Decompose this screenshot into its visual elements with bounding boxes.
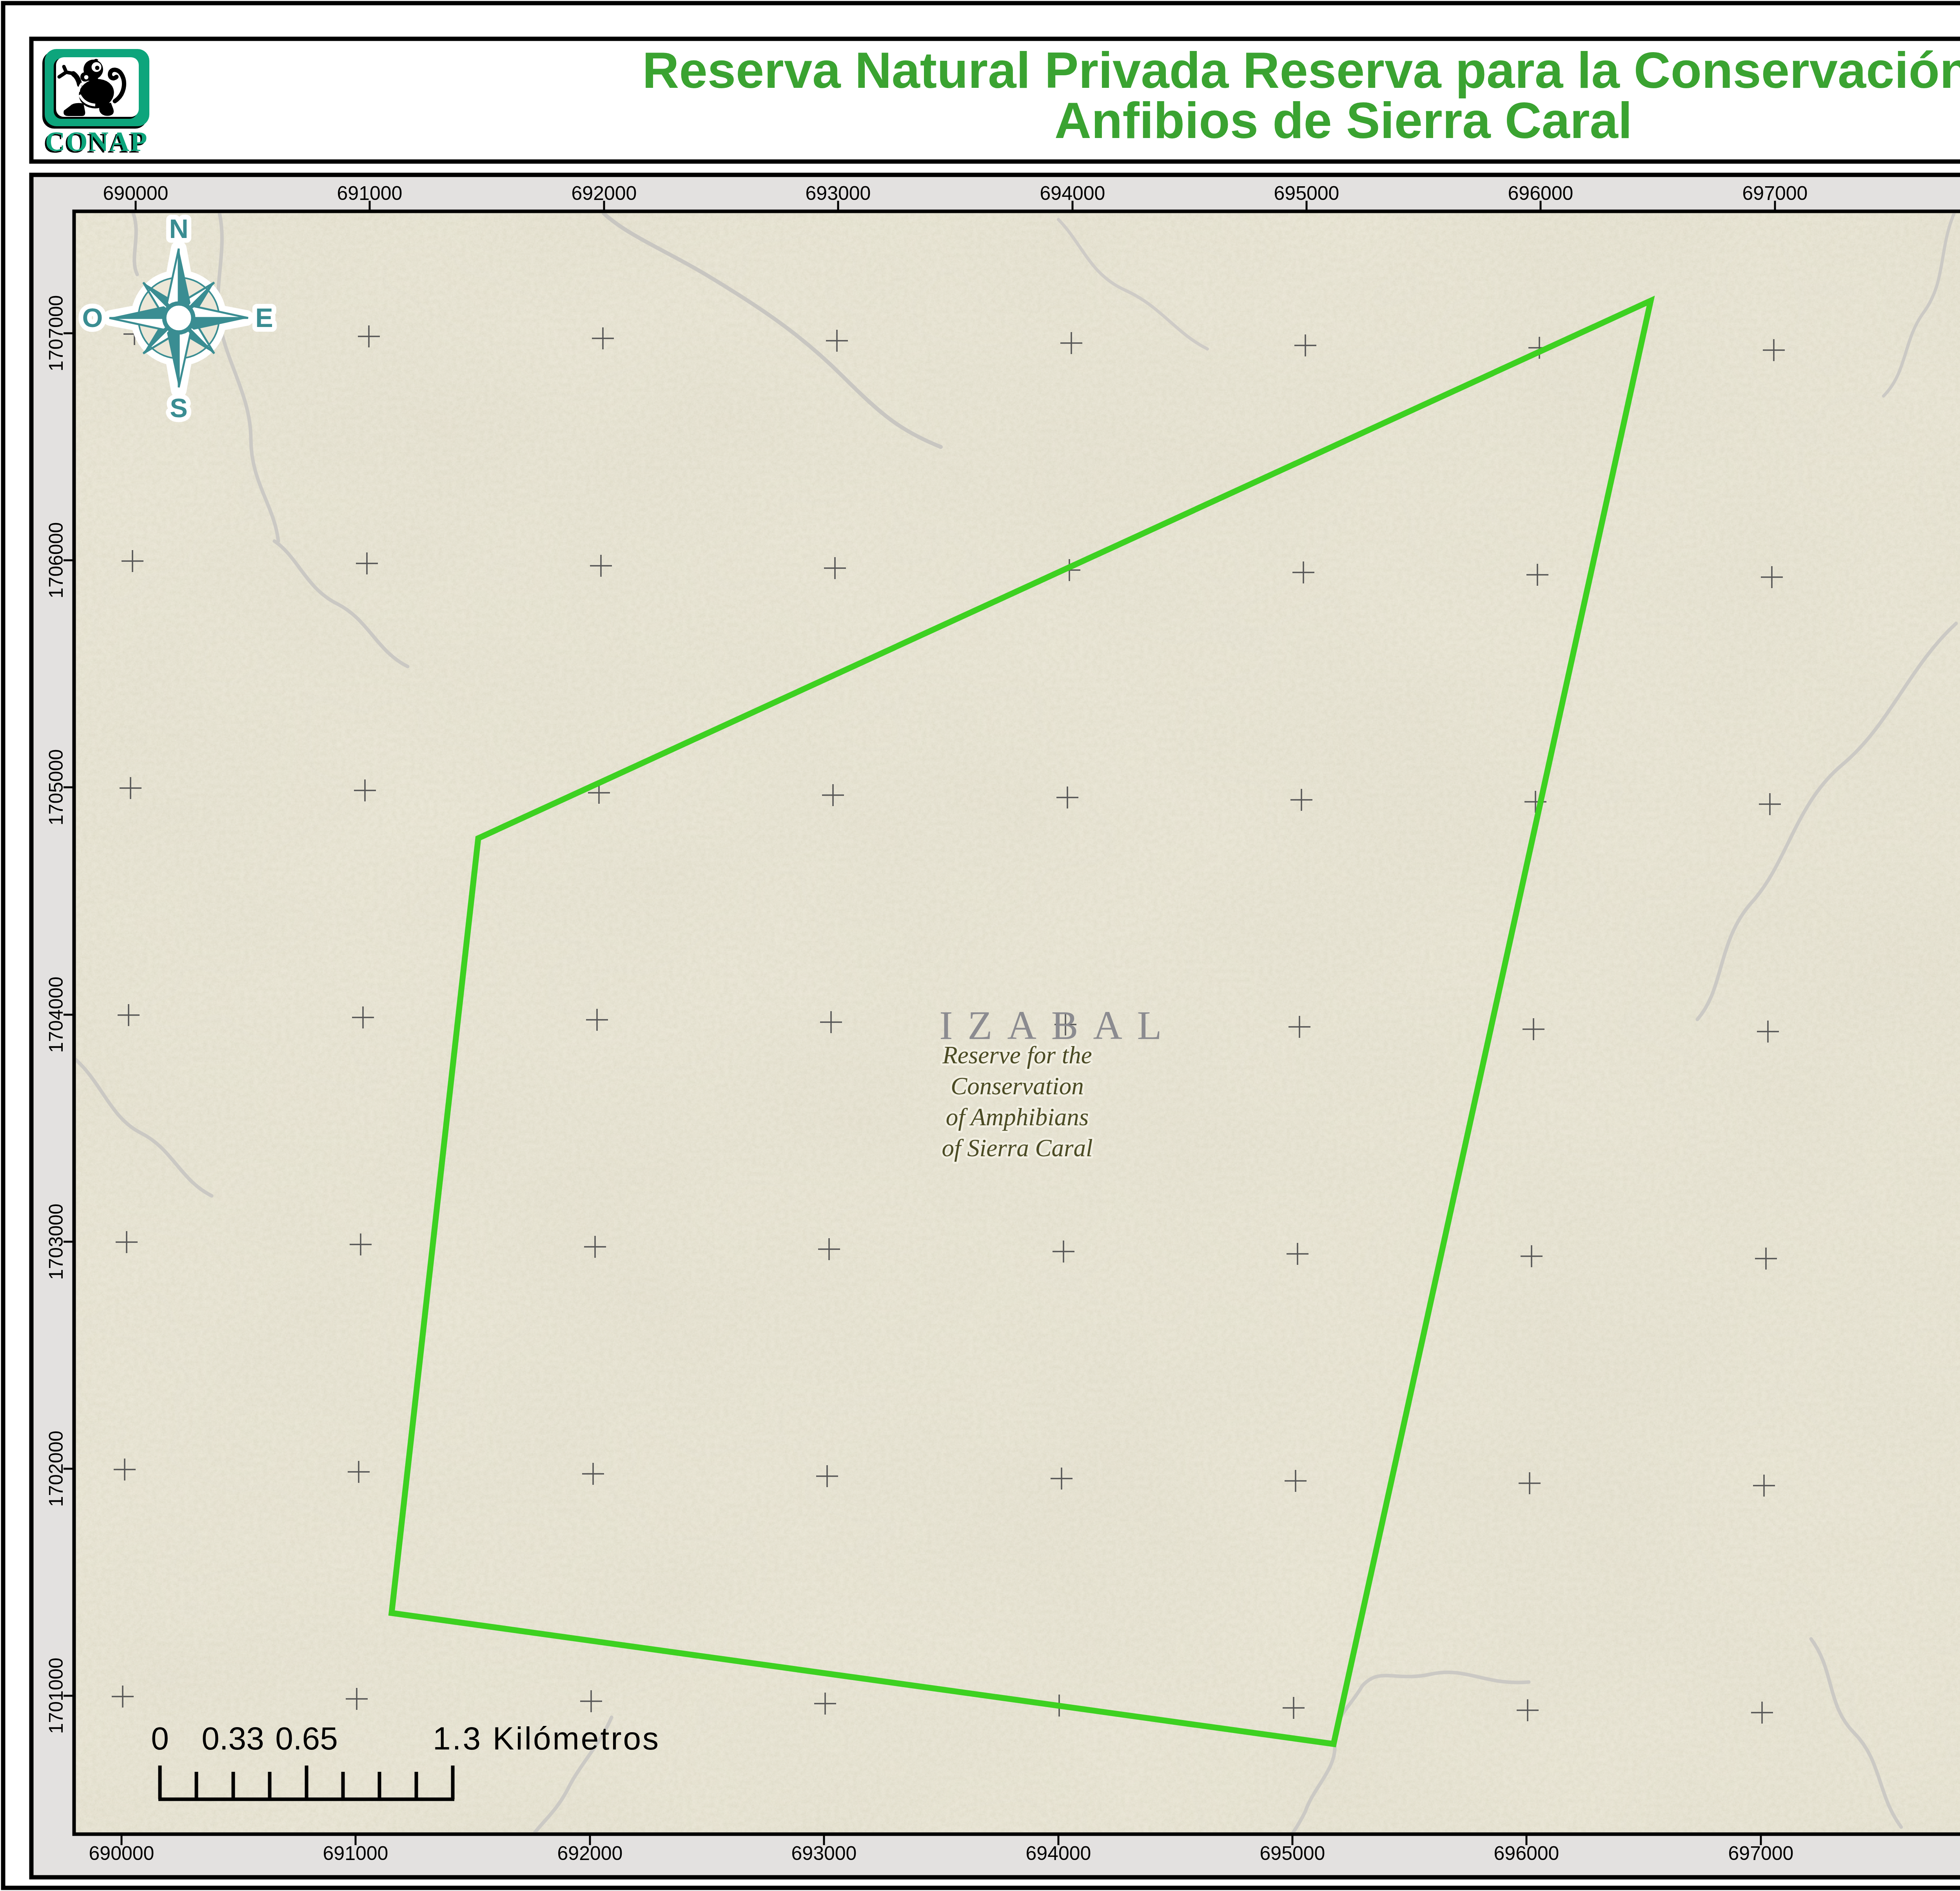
svg-text:Conservation: Conservation [951, 1072, 1084, 1100]
svg-text:IZABAL: IZABAL [939, 1003, 1177, 1048]
svg-text:691000: 691000 [323, 1842, 388, 1864]
svg-text:CONAP: CONAP [45, 126, 148, 157]
svg-text:690000: 690000 [89, 1842, 154, 1864]
svg-text:693000: 693000 [791, 1842, 857, 1864]
svg-text:E: E [255, 303, 273, 332]
svg-text:of Sierra Caral: of Sierra Caral [942, 1134, 1093, 1162]
svg-text:1705000: 1705000 [45, 749, 67, 826]
svg-text:1707000: 1707000 [45, 295, 67, 372]
svg-text:694000: 694000 [1026, 1842, 1091, 1864]
svg-text:O: O [82, 303, 103, 332]
svg-text:1.3 Kilómetros: 1.3 Kilómetros [433, 1720, 660, 1756]
svg-text:S: S [170, 393, 187, 423]
svg-text:N: N [169, 214, 188, 243]
svg-text:697000: 697000 [1728, 1842, 1794, 1864]
svg-text:692000: 692000 [557, 1842, 623, 1864]
svg-text:Reserve for the: Reserve for the [942, 1041, 1092, 1069]
svg-text:of Amphibians: of Amphibians [946, 1103, 1089, 1131]
svg-text:694000: 694000 [1040, 182, 1105, 204]
svg-text:1702000: 1702000 [45, 1431, 67, 1507]
svg-text:696000: 696000 [1494, 1842, 1559, 1864]
svg-text:1703000: 1703000 [45, 1204, 67, 1280]
svg-text:697000: 697000 [1742, 182, 1808, 204]
svg-text:Reserva Natural Privada Reserv: Reserva Natural Privada Reserva para la … [642, 42, 1960, 99]
svg-text:0.33: 0.33 [201, 1720, 264, 1756]
svg-text:690000: 690000 [103, 182, 169, 204]
svg-text:Anfibios de Sierra Caral: Anfibios de Sierra Caral [1054, 92, 1632, 149]
svg-text:695000: 695000 [1274, 182, 1339, 204]
svg-text:696000: 696000 [1508, 182, 1573, 204]
svg-text:1706000: 1706000 [45, 522, 67, 599]
svg-text:0.65: 0.65 [275, 1720, 338, 1756]
svg-text:691000: 691000 [337, 182, 403, 204]
svg-text:692000: 692000 [572, 182, 637, 204]
svg-text:695000: 695000 [1260, 1842, 1325, 1864]
svg-text:693000: 693000 [806, 182, 871, 204]
svg-text:1704000: 1704000 [45, 977, 67, 1053]
svg-text:1701000: 1701000 [45, 1658, 67, 1734]
svg-text:0: 0 [151, 1720, 169, 1756]
